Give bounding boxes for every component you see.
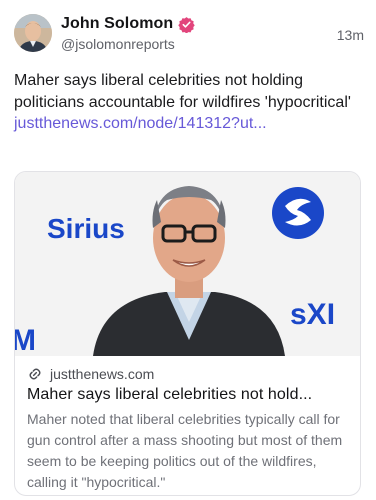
author-avatar[interactable] — [14, 14, 52, 52]
link-preview-image: Sirius sXI M — [15, 172, 360, 356]
link-domain: justthenews.com — [50, 366, 155, 382]
backdrop-wordmark-left: Sirius — [47, 213, 125, 244]
post-link[interactable]: justthenews.com/node/141312?ut... — [14, 115, 267, 132]
link-description: Maher noted that liberal celebrities typ… — [27, 411, 343, 490]
link-preview-body: justthenews.com Maher says liberal celeb… — [15, 356, 360, 493]
post-body: Maher says liberal celebrities not holdi… — [14, 70, 364, 135]
backdrop-wordmark-bottom: M — [15, 324, 36, 356]
link-preview-card[interactable]: Sirius sXI M — [14, 171, 361, 496]
link-title: Maher says liberal celebrities not hold.… — [27, 386, 313, 403]
backdrop-wordmark-right: sXI — [290, 298, 335, 331]
author-name[interactable]: John Solomon — [61, 15, 173, 33]
author-block: John Solomon @jsolomonreports — [61, 15, 196, 52]
verified-badge-icon — [178, 16, 196, 33]
post-header: John Solomon @jsolomonreports 13m — [14, 14, 364, 58]
satellite-dog-logo-icon — [272, 187, 324, 239]
author-handle[interactable]: @jsolomonreports — [61, 36, 195, 52]
post-text: Maher says liberal celebrities not holdi… — [14, 72, 351, 111]
link-icon — [27, 366, 43, 382]
post-timestamp[interactable]: 13m — [337, 27, 364, 43]
